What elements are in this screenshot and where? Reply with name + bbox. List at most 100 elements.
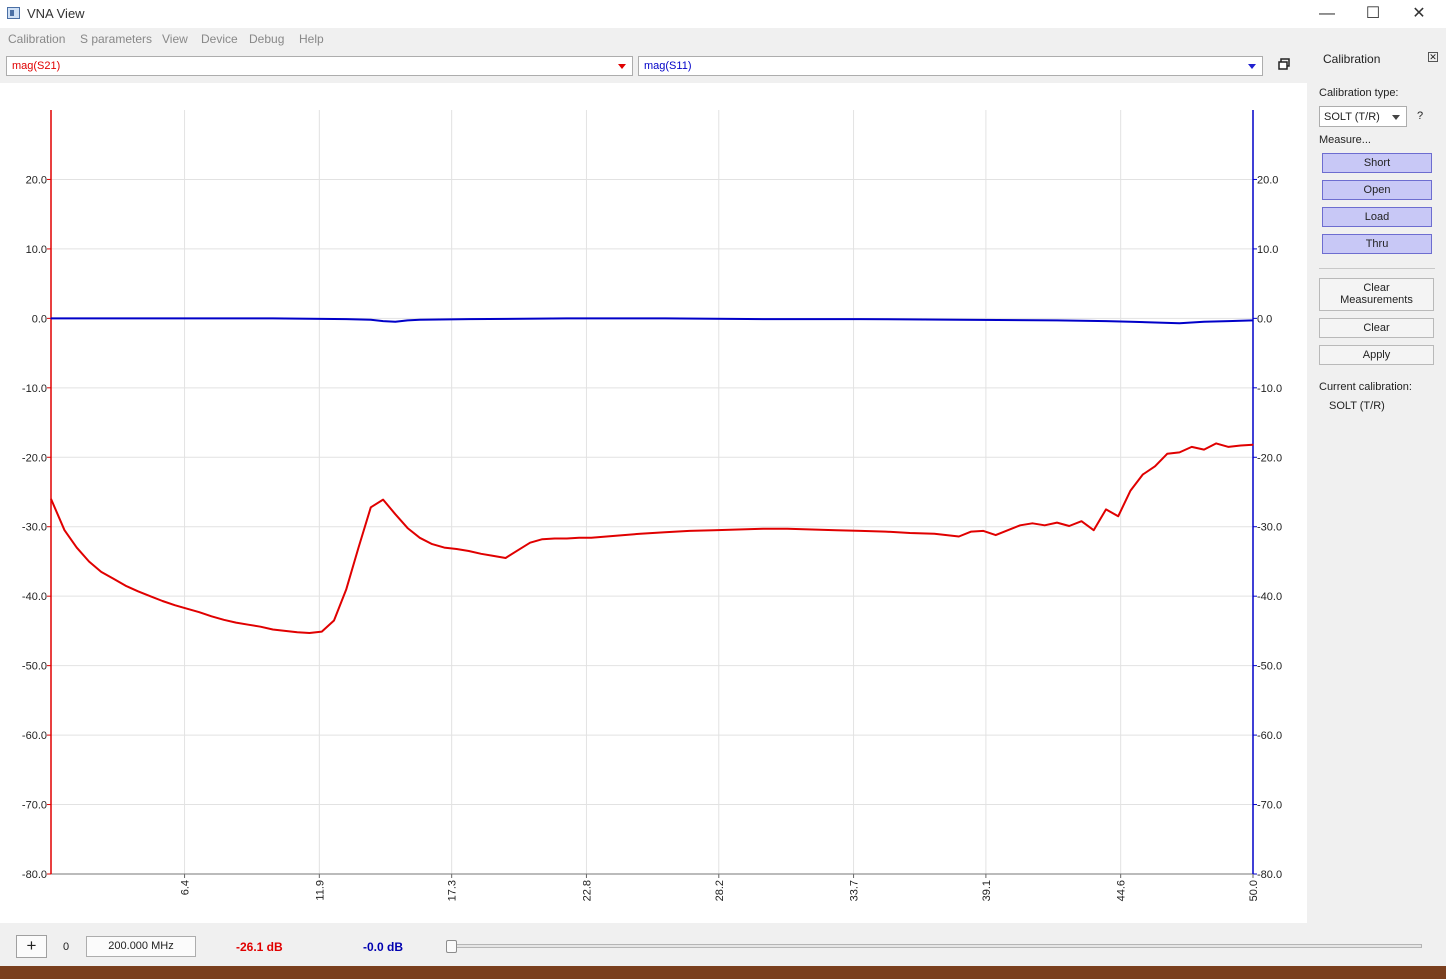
x-tick-label: 11.9 [314, 880, 326, 901]
trace-left-value: mag(S21) [12, 60, 61, 72]
data-point [1166, 453, 1168, 455]
series-line-s21 [50, 442, 1254, 634]
data-point [406, 527, 409, 529]
data-point [835, 529, 838, 531]
data-point [970, 530, 972, 533]
minimize-button[interactable]: — [1304, 0, 1350, 28]
current-calibration-label: Current calibration: [1319, 381, 1412, 393]
measure-short-button[interactable]: Short [1322, 153, 1432, 173]
menu-device[interactable]: Device [201, 32, 238, 46]
data-point [1129, 490, 1132, 492]
clear-button[interactable]: Clear [1319, 318, 1434, 338]
data-point [958, 319, 960, 321]
menu-help[interactable]: Help [299, 32, 324, 46]
data-point [982, 530, 985, 532]
maximize-button[interactable]: ☐ [1350, 0, 1396, 28]
data-point [762, 528, 764, 530]
trace-right-value: mag(S11) [644, 60, 692, 72]
data-point [1178, 322, 1181, 324]
data-point [1203, 321, 1205, 323]
close-button[interactable]: ✕ [1396, 0, 1442, 28]
data-point [235, 621, 237, 624]
data-point [382, 320, 384, 322]
chevron-down-icon [1392, 115, 1400, 120]
data-point [186, 608, 188, 610]
data-point [1252, 444, 1254, 446]
data-point [345, 318, 347, 320]
y-tick-label-right: -20.0 [1257, 452, 1282, 464]
data-point [664, 317, 666, 319]
data-point [1056, 319, 1058, 322]
measure-load-button[interactable]: Load [1322, 207, 1432, 227]
data-point [811, 528, 813, 531]
y-tick-label-right: 20.0 [1257, 174, 1278, 186]
chart[interactable]: 20.0 20.0 10.0 10.0 0.0 0.0 -10.0 -10.0 -20.0 -20… [0, 83, 1307, 923]
marker-s11-value: -0.0 dB [363, 940, 404, 954]
data-point [125, 585, 127, 587]
clear-measurements-line2: Measurements [1340, 294, 1413, 306]
close-panel-icon[interactable]: ✕ [1428, 52, 1438, 62]
data-point [247, 624, 249, 626]
data-point [590, 537, 592, 539]
calibration-type-select[interactable]: SOLT (T/R) [1319, 106, 1407, 127]
data-point [529, 542, 531, 544]
y-tick-label-left: -30.0 [22, 522, 47, 534]
data-point [1240, 444, 1242, 447]
data-point [63, 529, 66, 531]
y-tick-label-right: -10.0 [1257, 383, 1282, 395]
clear-measurements-button[interactable]: Clear Measurements [1319, 278, 1434, 311]
data-point [1080, 520, 1083, 522]
data-point [357, 546, 360, 549]
marker-frequency-field[interactable]: 200.000 MHz [86, 936, 196, 957]
app-icon [7, 7, 20, 19]
menu-s-parameters[interactable]: S parameters [80, 32, 152, 46]
data-point [737, 528, 739, 531]
marker-slider-track[interactable] [449, 944, 1422, 948]
menu-view[interactable]: View [162, 32, 188, 46]
data-point [198, 611, 200, 613]
data-point [933, 533, 936, 535]
trace-left-select[interactable]: mag(S21) [6, 56, 633, 76]
y-tick-label-left: -80.0 [22, 869, 47, 881]
help-button[interactable]: ? [1417, 110, 1423, 122]
x-tick-label: 28.2 [714, 880, 726, 901]
data-point [762, 318, 764, 320]
menu-debug[interactable]: Debug [249, 32, 284, 46]
y-tick-label-right: -70.0 [1257, 800, 1282, 812]
y-tick-label-right: 10.0 [1257, 244, 1278, 256]
data-point [713, 529, 715, 531]
data-point [1203, 449, 1205, 451]
data-point [272, 317, 274, 319]
data-point [1178, 451, 1181, 454]
menu-calibration[interactable]: Calibration [8, 32, 65, 46]
data-point [1068, 525, 1070, 527]
data-point [1019, 524, 1021, 526]
data-point [76, 546, 78, 549]
data-point [161, 600, 164, 602]
data-point [382, 499, 384, 501]
data-point [370, 506, 372, 508]
marker-index: 0 [63, 941, 70, 953]
calibration-type-label: Calibration type: [1319, 87, 1399, 99]
data-point [578, 537, 580, 539]
measure-open-button[interactable]: Open [1322, 180, 1432, 200]
apply-button[interactable]: Apply [1319, 345, 1434, 365]
y-tick-label-right: -30.0 [1257, 522, 1282, 534]
data-point [1227, 446, 1230, 448]
data-point [174, 604, 176, 606]
add-marker-button[interactable]: + [16, 935, 47, 958]
data-point [1117, 515, 1119, 517]
x-tick-label: 50.0 [1248, 880, 1260, 901]
measure-thru-button[interactable]: Thru [1322, 234, 1432, 254]
title-bar: VNA View — ☐ ✕ [0, 0, 1446, 28]
trace-right-select[interactable]: mag(S11) [638, 56, 1263, 76]
marker-slider-handle[interactable] [446, 940, 457, 953]
data-point [272, 628, 274, 631]
x-tick-label: 17.3 [447, 880, 459, 901]
data-point [615, 535, 617, 537]
restore-icon[interactable] [1276, 58, 1292, 74]
data-point [688, 530, 690, 532]
data-point [1215, 442, 1217, 444]
data-point [517, 549, 519, 551]
data-point [1056, 521, 1058, 524]
